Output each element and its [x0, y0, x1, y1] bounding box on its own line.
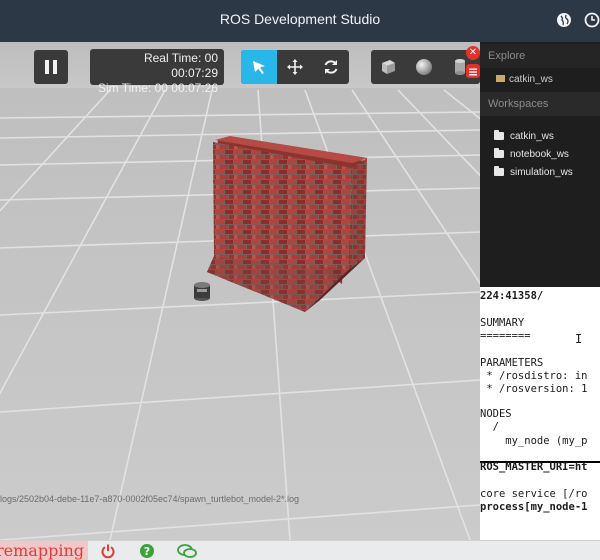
- explore-item-catkin-ws[interactable]: catkin_ws: [496, 74, 553, 90]
- workspace-item-catkin-ws[interactable]: catkin_ws: [494, 129, 554, 143]
- list-lines: [469, 68, 477, 76]
- chat-icon[interactable]: [177, 543, 197, 559]
- scene-canvas[interactable]: [0, 42, 480, 540]
- terminal-line: ROS_MASTER_URI=ht: [480, 461, 588, 473]
- time-display: Real Time: 00 00:07:29 Sim Time: 00 00:0…: [90, 49, 224, 95]
- explore-header[interactable]: Explore: [480, 44, 600, 68]
- box-icon: [382, 60, 395, 74]
- status-bar: remapping ?: [0, 540, 600, 560]
- select-mode-button[interactable]: [241, 50, 277, 84]
- text-cursor-icon: I: [575, 332, 583, 346]
- folder-icon: [494, 166, 504, 176]
- workspace-label: catkin_ws: [510, 130, 554, 142]
- terminal-line: ========: [480, 330, 531, 342]
- terminal-line: process[my_node-1: [480, 501, 588, 513]
- sim-time-label: Sim Time: 00 00:07:26: [97, 81, 218, 95]
- log-path-text: logs/2502b04-debe-11e7-a870-0002f05ec74/…: [0, 494, 300, 504]
- terminal-panel[interactable]: 224:41358/ SUMMARY ======== PARAMETERS *…: [480, 287, 600, 540]
- rotate-mode-button[interactable]: [313, 50, 349, 84]
- sphere-icon: [416, 59, 432, 75]
- terminal-line: PARAMETERS: [480, 357, 544, 369]
- status-text: remapping: [0, 541, 84, 560]
- clock-icon[interactable]: [584, 12, 600, 28]
- folder-icon: [496, 75, 505, 82]
- terminal-line: NODES: [480, 408, 512, 420]
- folder-icon: [494, 148, 504, 158]
- terminal-line: /: [480, 421, 499, 433]
- workspace-label: notebook_ws: [510, 148, 569, 160]
- rotate-icon: [324, 60, 338, 74]
- turtlebot-model[interactable]: [194, 282, 210, 301]
- translate-icon: [287, 59, 303, 75]
- terminal-line: * /rosversion: 1: [480, 383, 588, 395]
- translate-mode-button[interactable]: [277, 50, 313, 84]
- top-app-bar: ROS Development Studio: [0, 0, 600, 42]
- svg-text:?: ?: [144, 545, 150, 558]
- close-panel-icon[interactable]: ✕: [466, 46, 480, 60]
- help-icon[interactable]: ?: [139, 543, 155, 559]
- workspace-item-notebook-ws[interactable]: notebook_ws: [494, 147, 569, 161]
- gazebo-viewport[interactable]: Real Time: 00 00:07:29 Sim Time: 00 00:0…: [0, 42, 480, 540]
- pause-button[interactable]: [34, 50, 68, 84]
- insert-box-button[interactable]: [371, 50, 405, 84]
- insert-sphere-button[interactable]: [407, 50, 441, 84]
- file-explorer-panel: Explore catkin_ws Workspaces catkin_ws n…: [480, 42, 600, 287]
- terminal-line: 224:41358/: [480, 290, 544, 302]
- pause-icon: [45, 60, 57, 74]
- real-time-label: Real Time: 00 00:07:29: [143, 51, 218, 80]
- select-arrow-icon: [253, 61, 265, 74]
- folder-icon: [494, 130, 504, 140]
- app-title: ROS Development Studio: [219, 11, 381, 27]
- list-menu-icon[interactable]: [466, 64, 480, 78]
- explore-item-label: catkin_ws: [509, 74, 553, 85]
- workspace-label: simulation_ws: [510, 166, 573, 178]
- terminal-line: core service [/ro: [480, 488, 588, 500]
- workspaces-header: Workspaces: [480, 92, 600, 116]
- mode-toolbar: [241, 50, 349, 84]
- terminal-line: SUMMARY: [480, 317, 525, 329]
- status-message-box: remapping: [0, 541, 88, 560]
- terminal-line: * /rosdistro: in: [480, 370, 588, 382]
- power-icon[interactable]: [100, 543, 116, 559]
- terminal-line: my_node (my_p: [480, 435, 588, 447]
- workspace-item-simulation-ws[interactable]: simulation_ws: [494, 165, 573, 179]
- globe-icon[interactable]: [556, 12, 572, 28]
- shape-toolbar: [371, 50, 480, 84]
